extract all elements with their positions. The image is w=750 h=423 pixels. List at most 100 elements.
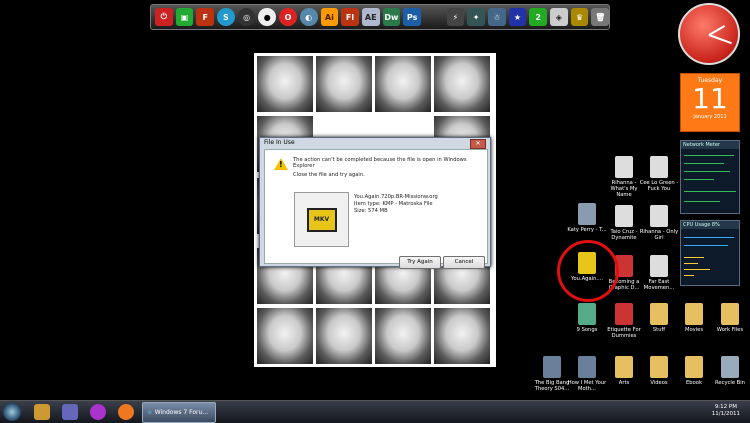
mp3-file-icon — [615, 156, 633, 178]
app-taskbar-icon[interactable] — [62, 404, 78, 420]
flash-icon[interactable]: Fl — [341, 8, 359, 26]
top-dock: ⏻ ▣ F S ◎ ● O ◐ Ai Fl AE Dw Ps ⚡ ✦ ☃ ★ 2… — [150, 4, 610, 30]
game-icon-7[interactable]: ♛ — [570, 8, 589, 26]
desktop-icon-label: Stuff — [652, 327, 666, 333]
opera-icon[interactable]: O — [279, 8, 297, 26]
desktop-icon-label: Work Files — [716, 327, 744, 333]
desktop-icon-label: Rihanna - What's My Name — [610, 180, 638, 198]
start-button[interactable] — [3, 403, 21, 421]
desktop-icon-label: Movies — [684, 327, 704, 333]
desktop-icon[interactable]: Etiquette For Dummies — [604, 303, 644, 339]
desktop-icon[interactable]: Work Files — [710, 303, 750, 333]
task-label: Windows 7 Foru... — [154, 409, 209, 416]
media-player-taskbar-icon[interactable] — [34, 404, 50, 420]
photo-tile — [316, 308, 372, 364]
utility-icon[interactable]: ◐ — [299, 8, 318, 26]
file-info: You.Again.720p.BR-Missionw.org Item type… — [354, 194, 438, 215]
desktop-icon-label: Videos — [650, 380, 668, 386]
game-icon-6[interactable]: ◈ — [550, 8, 568, 26]
folder-icon — [615, 356, 633, 378]
system-clock[interactable]: 9:12 PM 11/1/2011 — [712, 404, 740, 418]
media-player-icon[interactable]: ● — [258, 8, 277, 26]
mp3-file-icon — [650, 156, 668, 178]
firefox-taskbar-icon[interactable] — [118, 404, 134, 420]
file-in-use-dialog: File In Use ✕ ! The action can't be comp… — [259, 137, 491, 269]
desktop-icon[interactable]: Stuff — [639, 303, 679, 333]
desktop-icon[interactable]: Rihanna - Only Girl — [639, 205, 679, 241]
highlight-circle — [557, 240, 619, 302]
desktop-icon[interactable]: How I Met Your Moth... — [567, 356, 607, 392]
folder-icon — [721, 303, 739, 325]
desktop-icon-label: Rihanna - Only Girl — [639, 229, 679, 241]
desktop-icon-label: How I Met Your Moth... — [567, 380, 607, 392]
game-icon-2[interactable]: ✦ — [467, 8, 485, 26]
mp3-file-icon — [615, 205, 633, 227]
meter-line — [684, 171, 730, 172]
system-time: 9:12 PM — [714, 404, 737, 410]
network-meter-gadget[interactable]: Network Meter — [680, 140, 740, 214]
cpu-usage-title: CPU Usage 8% — [681, 221, 739, 229]
clock-minute-hand — [708, 34, 732, 45]
dialog-title: File In Use — [264, 139, 295, 146]
photo-tile — [434, 56, 490, 112]
recycle-bin-icon[interactable]: 🗑 — [591, 8, 610, 26]
game-icon-4[interactable]: ★ — [508, 8, 527, 26]
desktop-icon[interactable]: Recycle Bin — [710, 356, 750, 386]
cancel-button[interactable]: Cancel — [443, 256, 485, 269]
desktop-icon-label: 9 Songs — [576, 327, 598, 333]
try-again-button[interactable]: Try Again — [399, 256, 441, 269]
desktop-icon[interactable]: Taio Cruz - Dynamite — [604, 205, 644, 241]
dreamweaver-icon[interactable]: Dw — [382, 8, 401, 26]
video-thumbnail-icon — [578, 203, 596, 225]
desktop-icon[interactable]: 9 Songs — [567, 303, 607, 333]
filezilla-icon[interactable]: F — [196, 8, 215, 26]
desktop-icon[interactable]: Arts — [604, 356, 644, 386]
meter-line — [684, 191, 736, 192]
desktop-icon[interactable]: Katy Perry - T... — [567, 203, 607, 233]
cpu-usage-gadget[interactable]: CPU Usage 8% — [680, 220, 740, 286]
ie-taskbar-task[interactable]: e Windows 7 Foru... — [142, 402, 216, 423]
taskbar: e Windows 7 Foru... 9:12 PM 11/1/2011 — [0, 400, 750, 423]
video-thumbnail-icon — [543, 356, 561, 378]
steam-icon[interactable]: ◎ — [237, 8, 256, 26]
folder-icon — [685, 303, 703, 325]
folder-icon — [685, 356, 703, 378]
after-effects-icon[interactable]: AE — [361, 8, 380, 26]
desktop-icon[interactable]: The Big Bang Theory S04... — [532, 356, 572, 392]
meter-line — [684, 155, 734, 156]
messenger-taskbar-icon[interactable] — [90, 404, 106, 420]
recycle-bin-icon — [721, 356, 739, 378]
clock-gadget[interactable] — [678, 3, 740, 65]
desktop-icon[interactable]: Rihanna - What's My Name — [604, 156, 644, 198]
cpu-core-bar — [684, 275, 694, 276]
game-icon-1[interactable]: ⚡ — [446, 8, 465, 26]
photoshop-icon[interactable]: Ps — [403, 8, 421, 26]
file-size: Size: 574 MB — [354, 208, 388, 214]
close-button[interactable]: ✕ — [470, 139, 486, 149]
game-icon-5[interactable]: 2 — [529, 8, 548, 26]
desktop-icon[interactable]: Videos — [639, 356, 679, 386]
desktop-icon[interactable]: Movies — [674, 303, 714, 333]
calendar-gadget[interactable]: Tuesday 11 January 2011 — [680, 73, 740, 132]
gift-icon[interactable]: ▣ — [175, 8, 194, 26]
warning-exclamation: ! — [279, 160, 283, 169]
desktop-icon[interactable]: Far East Movemen... — [639, 255, 679, 291]
calendar-month: January 2011 — [693, 114, 727, 120]
game-icon-3[interactable]: ☃ — [487, 8, 506, 26]
system-date: 11/1/2011 — [711, 411, 740, 417]
desktop-icon[interactable]: Ebook — [674, 356, 714, 386]
desktop-icon[interactable]: Cee Lo Green - Fuck You — [639, 156, 679, 192]
cpu-line — [684, 245, 728, 246]
folder-icon — [650, 356, 668, 378]
calendar-date: 11 — [692, 82, 728, 115]
file-item-type: Item type: KMP - Matroska File — [354, 201, 433, 207]
photo-tile — [257, 56, 313, 112]
mp3-file-icon — [650, 205, 668, 227]
skype-icon[interactable]: S — [217, 8, 235, 26]
power-icon[interactable]: ⏻ — [155, 8, 173, 26]
desktop-icon-label: Katy Perry - T... — [567, 227, 607, 233]
illustrator-icon[interactable]: Ai — [320, 8, 339, 26]
folder-icon — [650, 303, 668, 325]
desktop-icon-label: The Big Bang Theory S04... — [534, 380, 570, 392]
photo-tile — [434, 308, 490, 364]
